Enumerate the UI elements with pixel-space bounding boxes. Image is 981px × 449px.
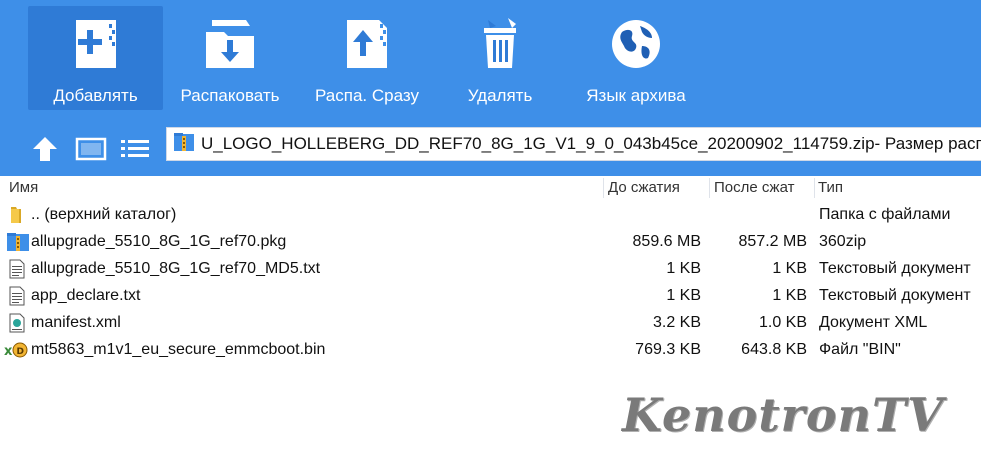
file-size: 1.0 KB (758, 314, 807, 331)
file-row[interactable]: manifest.xml 3.2 KB 1.0 KB Документ XML (0, 309, 981, 336)
delete-button-label: Удалять (467, 86, 533, 105)
bin-file-icon: x D (4, 340, 28, 360)
file-size: 1 KB (772, 287, 807, 304)
column-divider[interactable] (603, 178, 604, 198)
file-packed-size: 3.2 KB (652, 314, 701, 331)
delete-button[interactable]: Удалять (450, 6, 550, 110)
thumbnail-view-icon[interactable] (74, 132, 108, 166)
column-header: Имя До сжатия После сжат Тип (0, 176, 981, 200)
file-name: mt5863_m1v1_eu_secure_emmcboot.bin (31, 341, 326, 358)
add-button[interactable]: Добавлять (28, 6, 163, 110)
text-file-icon (7, 259, 27, 279)
list-view-icon[interactable] (118, 132, 152, 166)
file-size: 643.8 KB (741, 341, 807, 358)
file-type: Файл "BIN" (819, 341, 901, 358)
file-name: allupgrade_5510_8G_1G_ref70_MD5.txt (31, 260, 321, 277)
extract-now-icon (335, 14, 399, 74)
file-row[interactable]: app_declare.txt 1 KB 1 KB Текстовый доку… (0, 282, 981, 309)
file-packed-size: 859.6 MB (632, 233, 701, 250)
file-type: Текстовый документ (819, 287, 971, 304)
archive-icon (7, 232, 29, 252)
up-arrow-icon[interactable] (28, 132, 62, 166)
file-name: manifest.xml (31, 314, 121, 331)
file-packed-size: 1 KB (666, 287, 701, 304)
column-type[interactable]: Тип (818, 176, 978, 200)
add-button-label: Добавлять (53, 86, 138, 105)
column-packed[interactable]: До сжатия (608, 176, 706, 200)
folder-icon (7, 205, 27, 225)
column-divider[interactable] (709, 178, 710, 198)
file-packed-size: 769.3 KB (635, 341, 701, 358)
archive-path-field[interactable]: U_LOGO_HOLLEBERG_DD_REF70_8G_1G_V1_9_0_0… (166, 127, 981, 161)
file-type: Текстовый документ (819, 260, 971, 277)
svg-text:x: x (4, 344, 13, 359)
main-toolbar: Добавлять Распаковать Распа. Сразу Удаля… (0, 0, 981, 120)
archive-language-button[interactable]: Язык архива (576, 6, 696, 110)
text-file-icon (7, 286, 27, 306)
file-name: app_declare.txt (31, 287, 141, 304)
column-name[interactable]: Имя (9, 176, 599, 200)
xml-file-icon (7, 313, 27, 333)
svg-text:D: D (17, 347, 24, 357)
archive-path-text: U_LOGO_HOLLEBERG_DD_REF70_8G_1G_V1_9_0_0… (201, 134, 981, 153)
file-row[interactable]: .. (верхний каталог) Папка с файлами (0, 201, 981, 228)
file-size: 857.2 MB (738, 233, 807, 250)
column-size[interactable]: После сжат (714, 176, 812, 200)
extract-now-label: Распа. Сразу (315, 86, 419, 105)
file-row[interactable]: allupgrade_5510_8G_1G_ref70.pkg 859.6 MB… (0, 228, 981, 255)
file-row[interactable]: x D mt5863_m1v1_eu_secure_emmcboot.bin 7… (0, 336, 981, 363)
extract-now-button[interactable]: Распа. Сразу (302, 6, 432, 110)
extract-folder-icon (198, 14, 262, 74)
file-name: allupgrade_5510_8G_1G_ref70.pkg (31, 233, 287, 250)
archive-icon (173, 131, 195, 158)
file-size (710, 201, 807, 228)
file-packed-size (605, 201, 701, 228)
archive-language-label: Язык архива (586, 86, 686, 105)
file-type: Папка с файлами (819, 206, 951, 223)
file-packed-size: 1 KB (666, 260, 701, 277)
trash-icon (468, 14, 532, 74)
file-size: 1 KB (772, 260, 807, 277)
file-type: 360zip (819, 233, 867, 250)
globe-icon (604, 14, 668, 74)
file-type: Документ XML (819, 314, 928, 331)
file-row[interactable]: allupgrade_5510_8G_1G_ref70_MD5.txt 1 KB… (0, 255, 981, 282)
extract-button-label: Распаковать (180, 86, 280, 105)
extract-button[interactable]: Распаковать (170, 6, 290, 110)
column-divider[interactable] (814, 178, 815, 198)
watermark-text: KenotronTV (622, 388, 944, 442)
file-list: .. (верхний каталог) Папка с файлами all… (0, 201, 981, 363)
add-folder-icon (64, 14, 128, 74)
file-name: .. (верхний каталог) (31, 206, 177, 223)
